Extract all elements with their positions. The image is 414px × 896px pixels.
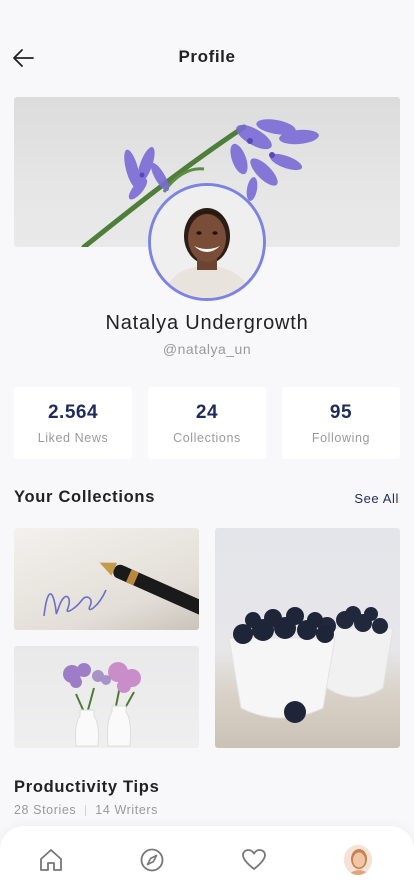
- stat-following[interactable]: 95 Following: [282, 387, 400, 459]
- featured-meta: 28 Stories 14 Writers: [14, 803, 158, 817]
- collections-title: Your Collections: [14, 488, 156, 506]
- header: Profile: [0, 0, 414, 96]
- see-all-link[interactable]: See All: [354, 491, 399, 506]
- bottom-tab-bar: [0, 826, 414, 896]
- stat-liked-news[interactable]: 2.564 Liked News: [14, 387, 132, 459]
- collection-tile-flowers[interactable]: [14, 646, 199, 748]
- writers-count: 14 Writers: [95, 803, 159, 817]
- collection-tile-pen[interactable]: [14, 528, 199, 630]
- tab-avatar-photo: [344, 845, 372, 875]
- meta-divider: [85, 804, 87, 816]
- stat-value: 24: [195, 402, 219, 423]
- flowers-vases-image: [63, 662, 141, 747]
- stat-value: 95: [329, 402, 353, 423]
- tab-explore[interactable]: [138, 846, 166, 874]
- stat-label: Collections: [173, 431, 241, 445]
- profile-avatar-tab: [344, 845, 372, 875]
- stat-label: Following: [311, 431, 371, 445]
- stat-collections[interactable]: 24 Collections: [148, 387, 266, 459]
- heart-icon: [242, 849, 266, 870]
- compass-icon: [140, 848, 164, 872]
- stat-value: 2.564: [47, 402, 99, 423]
- pen-writing-image: [43, 562, 199, 619]
- tab-home[interactable]: [37, 846, 65, 874]
- home-icon: [40, 849, 62, 871]
- avatar-photo: [151, 186, 263, 298]
- user-handle: @natalya_un: [162, 341, 252, 357]
- tab-favorites[interactable]: [240, 846, 268, 874]
- collection-tile-blueberries[interactable]: [215, 528, 400, 748]
- blueberries-image: [228, 606, 394, 723]
- featured-title[interactable]: Productivity Tips: [14, 778, 159, 797]
- tab-profile[interactable]: [344, 845, 372, 875]
- profile-avatar[interactable]: [148, 183, 266, 301]
- user-name: Natalya Undergrowth: [105, 312, 309, 334]
- page-title: Profile: [178, 47, 236, 66]
- stories-count: 28 Stories: [14, 803, 77, 817]
- stat-label: Liked News: [37, 431, 109, 445]
